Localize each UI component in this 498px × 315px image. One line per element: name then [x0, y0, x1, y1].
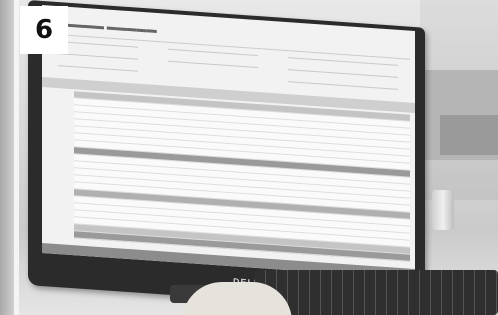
cup: [432, 190, 454, 230]
data-grid: [74, 91, 410, 264]
photo-scene: ▬▬▬▬ ▬▬▬▬▬ DELL: [0, 0, 498, 315]
app-window-title: ▬▬▬▬ ▬▬▬▬▬: [64, 18, 157, 37]
keyboard: [255, 270, 498, 315]
left-photo-strip: [0, 0, 14, 315]
monitor: ▬▬▬▬ ▬▬▬▬▬ DELL: [28, 0, 425, 313]
step-number-badge: 6: [20, 6, 68, 54]
monitor-screen: ▬▬▬▬ ▬▬▬▬▬: [42, 4, 415, 280]
background-object: [440, 115, 498, 155]
